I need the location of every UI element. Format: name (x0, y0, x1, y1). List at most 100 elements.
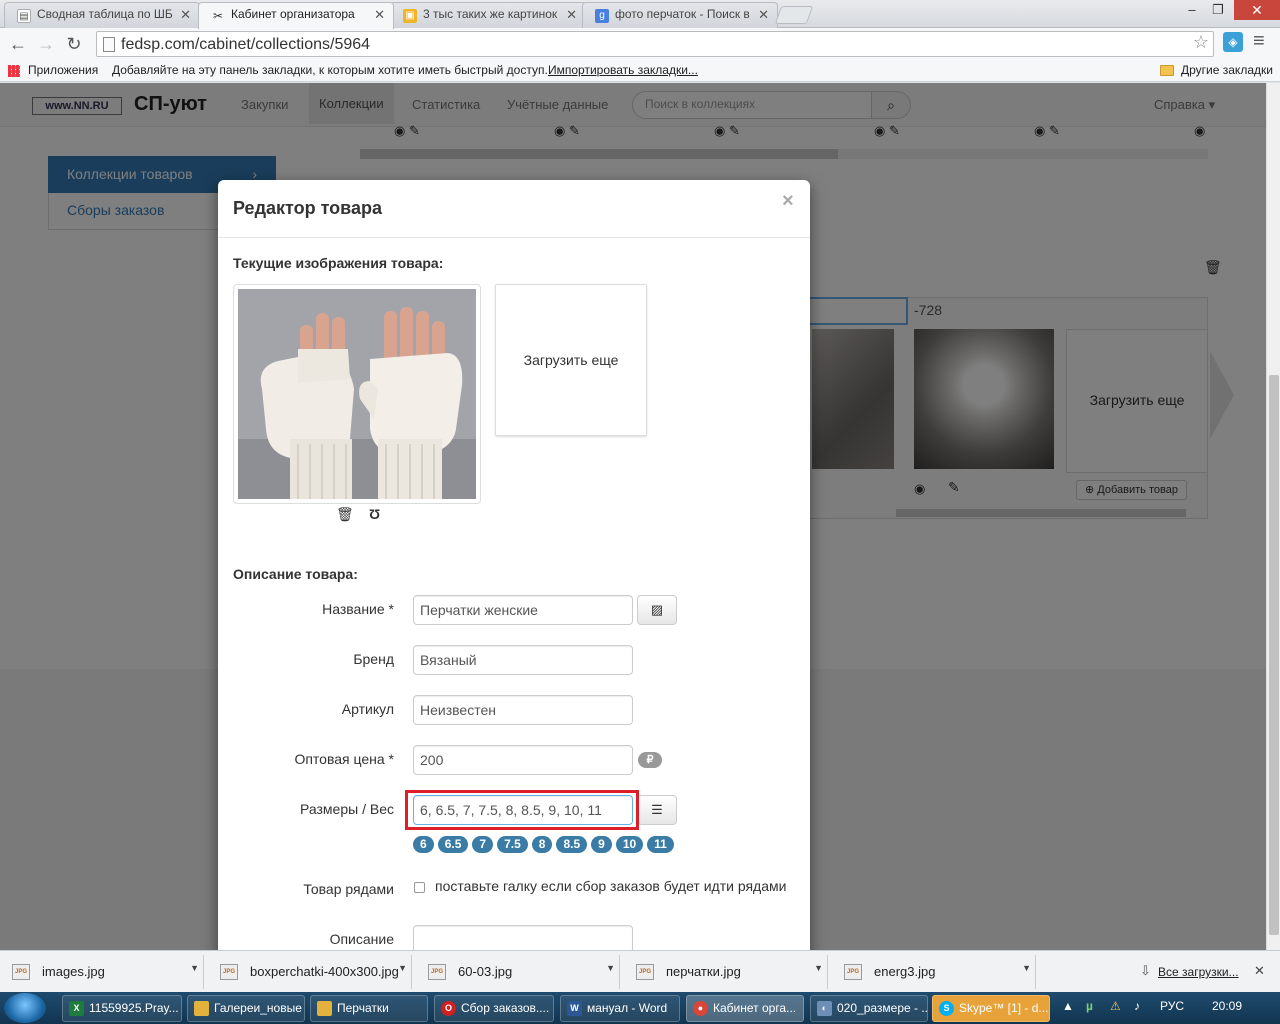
language-indicator[interactable]: РУС (1160, 999, 1184, 1013)
download-filename: boxperchatki-400x300.jpg (250, 964, 399, 979)
download-item[interactable]: JPG boxperchatki-400x300.jpg ▼ (212, 955, 412, 989)
download-item[interactable]: JPG 60-03.jpg ▼ (420, 955, 620, 989)
task-paint[interactable]: ◐ 020_размере - ... (810, 995, 928, 1022)
task-folder-gloves[interactable]: Перчатки (310, 995, 428, 1022)
back-icon[interactable]: ← (6, 32, 30, 56)
tab-label: 3 тыс таких же картинок (423, 7, 558, 21)
tab-label: Сводная таблица по ШБ (37, 7, 173, 21)
skype-icon: S (939, 1001, 954, 1016)
tab-strip: ▤ Сводная таблица по ШБ ✕ ✂ Кабинет орга… (0, 0, 1280, 29)
size-badge: 7.5 (497, 836, 528, 853)
extension-icon[interactable]: ◈ (1223, 32, 1243, 52)
page-scrollbar[interactable] (1266, 83, 1280, 950)
download-filename: images.jpg (42, 964, 105, 979)
jpg-file-icon: JPG (428, 964, 446, 980)
browser-toolbar: ← → ↻ fedsp.com/cabinet/collections/5964… (0, 28, 1280, 60)
notification-icon[interactable]: ⚠ (1110, 999, 1121, 1013)
apps-icon[interactable] (8, 65, 20, 77)
reload-icon[interactable]: ↻ (62, 32, 86, 56)
close-icon[interactable]: ✕ (1254, 963, 1265, 979)
close-tab-icon[interactable]: ✕ (758, 7, 769, 23)
import-bookmarks-link[interactable]: Импортировать закладки... (548, 63, 698, 77)
task-label: Галереи_новые (214, 1001, 302, 1015)
opera-icon: O (441, 1001, 456, 1016)
gloves-photo (238, 289, 476, 499)
image-icon[interactable]: ▨ (637, 595, 677, 625)
description-label: Описание (329, 931, 394, 947)
images-heading: Текущие изображения товара: (233, 255, 444, 271)
chevron-down-icon[interactable]: ▼ (814, 963, 823, 973)
word-icon: W (567, 1001, 582, 1016)
task-skype[interactable]: S Skype™ [1] - d... (932, 995, 1050, 1022)
chevron-down-icon[interactable]: ▼ (1022, 963, 1031, 973)
task-folder-galleries[interactable]: Галереи_новые (187, 995, 305, 1022)
tab-images[interactable]: ▣ 3 тыс таких же картинок ✕ (390, 2, 586, 28)
jpg-file-icon: JPG (636, 964, 654, 980)
tab-organizer-cabinet[interactable]: ✂ Кабинет организатора ✕ (198, 2, 394, 29)
chrome-icon: ● (693, 1001, 708, 1016)
size-badge: 11 (647, 836, 674, 853)
description-field[interactable] (413, 925, 633, 950)
chevron-down-icon[interactable]: ▼ (190, 963, 199, 973)
task-label: 020_размере - ... (837, 1001, 928, 1015)
google-icon: g (595, 9, 609, 23)
task-excel[interactable]: X 11559925.Pray... (62, 995, 182, 1022)
rows-checkbox-label[interactable]: поставьте галку если сбор заказов будет … (435, 878, 786, 894)
address-bar[interactable]: fedsp.com/cabinet/collections/5964 ☆ (96, 31, 1214, 57)
jpg-file-icon: JPG (12, 964, 30, 980)
tray-expand-icon[interactable]: ▲ (1062, 999, 1074, 1013)
product-image-thumbnail[interactable] (233, 284, 481, 504)
trash-icon[interactable]: 🗑 (336, 506, 354, 523)
tab-summary-table[interactable]: ▤ Сводная таблица по ШБ ✕ (4, 2, 200, 28)
brand-label: Бренд (353, 651, 394, 667)
apps-link[interactable]: Приложения (28, 63, 98, 77)
price-field[interactable]: 200 (413, 745, 633, 775)
download-filename: перчатки.jpg (666, 964, 741, 979)
window-close-icon[interactable]: ✕ (1234, 0, 1280, 20)
show-all-downloads-link[interactable]: Все загрузки... (1158, 965, 1239, 979)
jpg-file-icon: JPG (220, 964, 238, 980)
chevron-down-icon[interactable]: ▼ (398, 963, 407, 973)
list-icon[interactable]: ☰ (637, 795, 677, 825)
size-badge: 8.5 (556, 836, 588, 853)
brand-field[interactable]: Вязаный (413, 645, 633, 675)
task-chrome[interactable]: ● Кабинет орга... (686, 995, 804, 1022)
upload-more-button[interactable]: Загрузить еще (495, 284, 647, 436)
task-word[interactable]: Wмануал - Word (560, 995, 680, 1022)
new-tab-button[interactable] (774, 6, 814, 24)
clock[interactable]: 20:09 (1212, 999, 1242, 1013)
download-item[interactable]: JPG energ3.jpg ▼ (836, 955, 1036, 989)
close-tab-icon[interactable]: ✕ (374, 7, 385, 23)
articul-field[interactable]: Неизвестен (413, 695, 633, 725)
close-tab-icon[interactable]: ✕ (566, 7, 577, 23)
download-item[interactable]: JPG images.jpg ▼ (4, 955, 204, 989)
close-icon[interactable]: × (782, 190, 794, 213)
document-icon: ▤ (17, 9, 31, 23)
minimize-icon[interactable]: – (1178, 0, 1206, 20)
start-button[interactable] (4, 993, 46, 1023)
folder-icon (317, 1001, 332, 1016)
other-bookmarks[interactable]: Другие закладки (1181, 63, 1273, 77)
maximize-icon[interactable]: ❐ (1204, 0, 1232, 20)
name-field[interactable]: Перчатки женские (413, 595, 633, 625)
tab-google-search[interactable]: g фото перчаток - Поиск в ✕ (582, 2, 778, 28)
task-opera[interactable]: O Сбор заказов.... (434, 995, 554, 1022)
url-text: fedsp.com/cabinet/collections/5964 (121, 36, 371, 53)
menu-icon[interactable]: ≡ (1253, 30, 1265, 53)
modal-header: Редактор товара × (218, 180, 810, 238)
size-badge: 8 (531, 836, 553, 853)
sizes-label: Размеры / Вес (300, 801, 394, 817)
rows-checkbox[interactable] (414, 882, 425, 893)
tab-label: фото перчаток - Поиск в (615, 7, 750, 21)
download-item[interactable]: JPG перчатки.jpg ▼ (628, 955, 828, 989)
magnet-icon[interactable]: Ʊ (369, 506, 380, 522)
close-tab-icon[interactable]: ✕ (180, 7, 191, 23)
volume-icon[interactable]: ♪ (1134, 999, 1140, 1013)
size-badge: 10 (615, 836, 644, 853)
bookmark-star-icon[interactable]: ☆ (1193, 32, 1209, 53)
task-label: Skype™ [1] - d... (959, 1001, 1049, 1015)
chevron-down-icon[interactable]: ▼ (606, 963, 615, 973)
price-label: Оптовая цена * (294, 751, 394, 767)
utorrent-icon[interactable]: µ (1086, 999, 1093, 1013)
forward-icon[interactable]: → (34, 32, 58, 56)
